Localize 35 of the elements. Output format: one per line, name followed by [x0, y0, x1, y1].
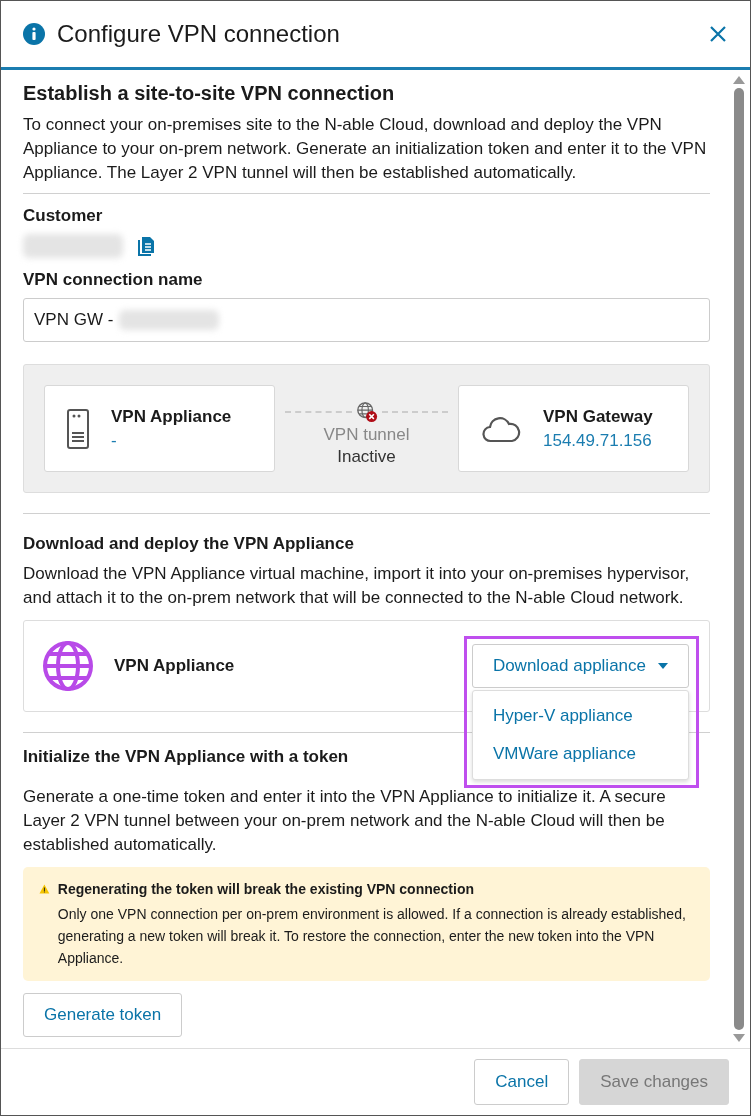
copy-icon[interactable]: [137, 236, 155, 256]
footer-button[interactable]: Cancel: [474, 1059, 570, 1105]
device-name: VPN Appliance: [111, 406, 232, 427]
device-address: 154.49.71.156: [543, 430, 653, 451]
tunnel-status: Inactive: [337, 446, 396, 467]
section-text: Download the VPN Appliance virtual machine, import it into your on-premises hypervisor, and attach it to the on-prem network that will be connected to the N-able Cloud network.: [23, 563, 691, 609]
dashed-line: [381, 410, 448, 413]
section-text: Generate a one-time token and enter it into the VPN Appliance to initialize it. A secure Layer 2 VPN tunnel between your on-prem network and the N-able Cloud will then be established automatically.: [23, 786, 667, 856]
field-label: Customer: [23, 206, 104, 226]
appliance-name: VPN Appliance: [114, 656, 236, 676]
input-field[interactable]: VPN GW -: [23, 298, 710, 342]
scroll-up-icon[interactable]: [733, 76, 745, 84]
caret-icon: [658, 663, 668, 669]
dialog-title: Configure VPN connection: [57, 20, 341, 48]
info-icon: [23, 23, 45, 45]
section-heading: Download and deploy the VPN Appliance: [23, 534, 354, 554]
globe-icon: [42, 640, 94, 692]
device-address: -: [111, 430, 118, 451]
device-name: VPN Gateway: [543, 406, 653, 427]
field-label: VPN connection name: [23, 270, 204, 290]
menu-item[interactable]: Hyper-V appliance: [472, 697, 688, 735]
menu-item[interactable]: VMWare appliance: [472, 735, 688, 773]
generate-token-button[interactable]: Generate token: [23, 993, 183, 1037]
dashed-line: [285, 410, 352, 413]
scroll-down-icon[interactable]: [733, 1034, 745, 1042]
server-icon: [67, 408, 89, 449]
section-heading: Initialize the VPN Appliance with a token: [23, 747, 349, 767]
tunnel-label: VPN tunnel: [323, 424, 410, 445]
scrollbar-thumb[interactable]: [734, 88, 744, 1030]
intro-text: To connect your on-premises site to the N-able Cloud, download and deploy the VPN Appliance to your on-prem network. Generate an initialization token and enter it to the VPN Appliance. The Layer 2 VPN tunnel will then be established automatically.: [23, 114, 708, 184]
download-dropdown-button[interactable]: Download appliance: [471, 644, 689, 688]
section-heading: Establish a site-to-site VPN connection: [23, 82, 396, 105]
warning-text: Only one VPN connection per on-prem environment is allowed. If a connection is already established, generating a new token will break it. To restore the connection, enter the new token into the VPN Appliance.: [57, 905, 687, 968]
warning-title: Regenerating the token will break the existing VPN connection: [57, 880, 475, 899]
close-icon[interactable]: [710, 26, 726, 42]
